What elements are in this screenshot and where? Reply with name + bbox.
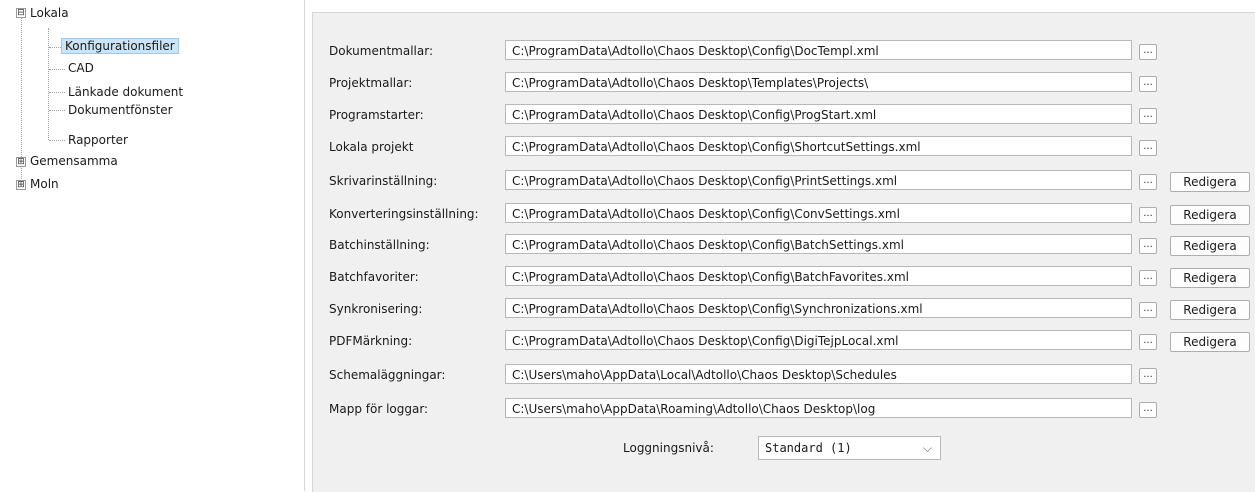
browse-button[interactable]: ... [1139, 302, 1157, 318]
tree-node-dokumentfonster[interactable]: Dokumentfönster [68, 101, 173, 119]
tree-node-konfigurationsfiler[interactable]: Konfigurationsfiler [61, 37, 179, 55]
setting-label: Konverteringsinställning: [329, 207, 479, 221]
tree-node-label: Konfigurationsfiler [61, 38, 179, 54]
tree-node-rapporter[interactable]: Rapporter [68, 131, 128, 149]
edit-button[interactable]: Redigera [1170, 236, 1250, 256]
setting-row-synkronisering: Synkronisering: C:\ProgramData\Adtollo\C… [313, 298, 1255, 320]
setting-row-programstarter: Programstarter: C:\ProgramData\Adtollo\C… [313, 104, 1255, 126]
tree-node-label: CAD [68, 61, 94, 75]
browse-button[interactable]: ... [1139, 44, 1157, 60]
path-field[interactable]: C:\ProgramData\Adtollo\Chaos Desktop\Con… [505, 330, 1132, 350]
setting-row-batchinstallning: Batchinställning: C:\ProgramData\Adtollo… [313, 234, 1255, 256]
tree-node-label: Lokala [30, 6, 69, 20]
setting-label: Lokala projekt [329, 140, 414, 154]
path-field[interactable]: C:\ProgramData\Adtollo\Chaos Desktop\Con… [505, 170, 1132, 190]
path-field[interactable]: C:\Users\maho\AppData\Roaming\Adtollo\Ch… [505, 398, 1132, 418]
collapse-icon[interactable]: ⊟ [16, 8, 26, 18]
browse-button[interactable]: ... [1139, 270, 1157, 286]
chevron-down-icon: ⌵ [922, 441, 932, 455]
setting-label: Synkronisering: [329, 302, 423, 316]
tree-connector [48, 28, 49, 140]
tree-node-lankade-dokument[interactable]: Länkade dokument [68, 83, 183, 101]
setting-label: Mapp för loggar: [329, 402, 429, 416]
path-field[interactable]: C:\ProgramData\Adtollo\Chaos Desktop\Con… [505, 266, 1132, 286]
tree-connector [49, 69, 65, 70]
tree-node-label: Moln [30, 177, 59, 191]
setting-label: Programstarter: [329, 108, 424, 122]
setting-label: Skrivarinställning: [329, 174, 438, 188]
path-field[interactable]: C:\ProgramData\Adtollo\Chaos Desktop\Con… [505, 298, 1132, 318]
setting-row-dokumentmallar: Dokumentmallar: C:\ProgramData\Adtollo\C… [313, 40, 1255, 62]
tree-node-label: Länkade dokument [68, 85, 184, 99]
settings-tree: ⊟ Lokala Konfigurationsfiler CAD Länkade… [8, 0, 305, 491]
browse-button[interactable]: ... [1139, 238, 1157, 254]
edit-button[interactable]: Redigera [1170, 268, 1250, 288]
browse-button[interactable]: ... [1139, 76, 1157, 92]
browse-button[interactable]: ... [1139, 108, 1157, 124]
edit-button[interactable]: Redigera [1170, 300, 1250, 320]
logging-level-label: Loggningsnivå: [623, 441, 714, 455]
path-field[interactable]: C:\Users\maho\AppData\Local\Adtollo\Chao… [505, 364, 1132, 384]
tree-connector [49, 47, 61, 48]
setting-row-lokala-projekt: Lokala projekt C:\ProgramData\Adtollo\Ch… [313, 136, 1255, 158]
path-field[interactable]: C:\ProgramData\Adtollo\Chaos Desktop\Con… [505, 203, 1132, 223]
tree-connector [49, 140, 65, 141]
logging-level-value: Standard (1) [765, 441, 852, 455]
tree-connector [49, 110, 65, 111]
path-field[interactable]: C:\ProgramData\Adtollo\Chaos Desktop\Con… [505, 136, 1132, 156]
path-field[interactable]: C:\ProgramData\Adtollo\Chaos Desktop\Con… [505, 40, 1132, 60]
setting-label: PDFMärkning: [329, 334, 413, 348]
edit-button[interactable]: Redigera [1170, 332, 1250, 352]
tree-node-label: Gemensamma [30, 154, 118, 168]
tree-node-label: Dokumentfönster [68, 103, 173, 117]
setting-row-batchfavoriter: Batchfavoriter: C:\ProgramData\Adtollo\C… [313, 266, 1255, 288]
expand-icon[interactable]: ⊞ [16, 157, 26, 167]
setting-label: Schemaläggningar: [329, 368, 446, 382]
browse-button[interactable]: ... [1139, 334, 1157, 350]
browse-button[interactable]: ... [1139, 140, 1157, 156]
edit-button[interactable]: Redigera [1170, 172, 1250, 192]
setting-label: Batchinställning: [329, 238, 430, 252]
setting-row-skrivarinstallning: Skrivarinställning: C:\ProgramData\Adtol… [313, 170, 1255, 192]
tree-connector [49, 92, 65, 93]
setting-row-pdfmarkning: PDFMärkning: C:\ProgramData\Adtollo\Chao… [313, 330, 1255, 352]
browse-button[interactable]: ... [1139, 174, 1157, 190]
setting-row-mapp-for-loggar: Mapp för loggar: C:\Users\maho\AppData\R… [313, 398, 1255, 420]
setting-label: Batchfavoriter: [329, 270, 419, 284]
browse-button[interactable]: ... [1139, 207, 1157, 223]
setting-label: Dokumentmallar: [329, 44, 433, 58]
path-field[interactable]: C:\ProgramData\Adtollo\Chaos Desktop\Con… [505, 234, 1132, 254]
settings-panel: Dokumentmallar: C:\ProgramData\Adtollo\C… [312, 12, 1255, 492]
path-field[interactable]: C:\ProgramData\Adtollo\Chaos Desktop\Con… [505, 104, 1132, 124]
setting-row-konverteringsinstallning: Konverteringsinställning: C:\ProgramData… [313, 203, 1255, 225]
setting-label: Projektmallar: [329, 76, 413, 90]
browse-button[interactable]: ... [1139, 368, 1157, 384]
setting-row-schemalaggningar: Schemaläggningar: C:\Users\maho\AppData\… [313, 364, 1255, 386]
logging-level-select[interactable]: Standard (1) ⌵ [758, 436, 941, 460]
tree-node-label: Rapporter [68, 133, 128, 147]
edit-button[interactable]: Redigera [1170, 205, 1250, 225]
tree-node-cad[interactable]: CAD [68, 59, 94, 77]
expand-icon[interactable]: ⊞ [16, 180, 26, 190]
setting-row-projektmallar: Projektmallar: C:\ProgramData\Adtollo\Ch… [313, 72, 1255, 94]
browse-button[interactable]: ... [1139, 402, 1157, 418]
path-field[interactable]: C:\ProgramData\Adtollo\Chaos Desktop\Tem… [505, 72, 1132, 92]
